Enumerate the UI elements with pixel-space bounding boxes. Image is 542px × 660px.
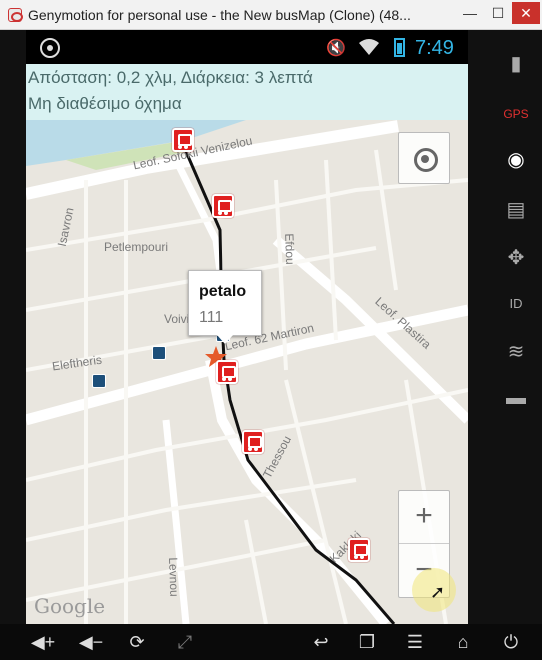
sms-icon[interactable]: ▬ — [498, 382, 534, 414]
route-info-panel: Απόσταση: 0,2 χλμ, Διάρκεια: 3 λεπτά Μη … — [26, 64, 468, 120]
android-status-bar: 🔇 7:49 — [26, 30, 468, 64]
wifi-icon — [358, 38, 380, 61]
mouse-cursor-icon: ➚ — [430, 582, 446, 602]
road-minor — [324, 159, 338, 341]
capture-icon[interactable]: ▤ — [498, 194, 534, 226]
battery-icon — [394, 38, 405, 57]
mute-icon: 🔇 — [326, 40, 346, 57]
rotate-icon[interactable]: ⟳ — [124, 630, 150, 654]
emulator-nav-bar: ◀+ ◀− ⟳ ⤢ ↩ ❐ ☰ ⌂ ⏻ — [0, 624, 542, 660]
gps-icon — [40, 38, 60, 58]
battery-icon[interactable]: ▮ — [498, 48, 534, 80]
device-screen: 🔇 7:49 Απόσταση: 0,2 χλμ, Διάρκεια: 3 λε… — [26, 30, 468, 624]
genymotion-app-icon — [8, 8, 23, 22]
genymotion-side-toolbar: ▮ GPS ◉ ▤ ✥ ID ≋ ▬ — [490, 30, 542, 624]
bus-stop-marker[interactable] — [242, 430, 264, 454]
emulator-window: Genymotion for personal use - the New bu… — [0, 0, 542, 660]
power-icon[interactable]: ⏻ — [498, 630, 524, 654]
home-icon[interactable]: ⌂ — [450, 630, 476, 654]
id-icon[interactable]: ID — [498, 288, 534, 320]
popup-stop-name: petalo — [199, 283, 247, 300]
road-minor — [244, 519, 268, 624]
volume-down-icon[interactable]: ◀− — [78, 630, 104, 654]
webcam-icon[interactable]: ◉ — [498, 144, 534, 176]
minimize-button[interactable]: — — [458, 2, 482, 24]
close-button[interactable]: ✕ — [512, 2, 540, 24]
bus-stop-icon[interactable] — [152, 346, 166, 360]
volume-up-icon[interactable]: ◀+ — [30, 630, 56, 654]
dpad-icon[interactable]: ✥ — [498, 242, 534, 274]
clock: 7:49 — [415, 37, 454, 59]
menu-icon[interactable]: ☰ — [402, 630, 428, 654]
back-icon[interactable]: ↩ — [308, 630, 334, 654]
stop-info-popup[interactable]: petalo 111 — [188, 270, 262, 344]
gps-icon[interactable]: GPS — [498, 98, 534, 130]
cast-icon[interactable]: ≋ — [498, 336, 534, 368]
street-label: Efdou — [282, 233, 298, 265]
street-label: Levnou — [166, 557, 182, 597]
vehicle-status-text: Μη διαθέσιμο όχημα — [28, 94, 182, 113]
recent-apps-icon[interactable]: ❐ — [354, 630, 380, 654]
road-minor — [374, 149, 398, 291]
bus-stop-marker[interactable] — [216, 360, 238, 384]
zoom-in-button[interactable]: + — [399, 491, 449, 544]
maximize-button[interactable]: ☐ — [486, 2, 510, 24]
title-bar: Genymotion for personal use - the New bu… — [0, 0, 542, 30]
bus-stop-marker[interactable] — [348, 538, 370, 562]
window-title: Genymotion for personal use - the New bu… — [28, 7, 411, 23]
bus-stop-icon[interactable] — [92, 374, 106, 388]
my-location-button[interactable] — [398, 132, 450, 184]
distance-duration-text: Απόσταση: 0,2 χλμ, Διάρκεια: 3 λεπτά — [28, 68, 313, 87]
fullscreen-icon[interactable]: ⤢ — [172, 630, 198, 654]
map-view[interactable]: Leof. Sofokli Venizelou Isavron Petlempo… — [26, 120, 468, 624]
bus-stop-marker[interactable] — [212, 194, 234, 218]
popup-stop-number: 111 — [199, 309, 224, 326]
google-logo: Google — [34, 594, 106, 618]
street-label: Petlempouri — [104, 240, 169, 254]
bus-stop-marker[interactable] — [172, 128, 194, 152]
road-minor — [26, 178, 468, 252]
